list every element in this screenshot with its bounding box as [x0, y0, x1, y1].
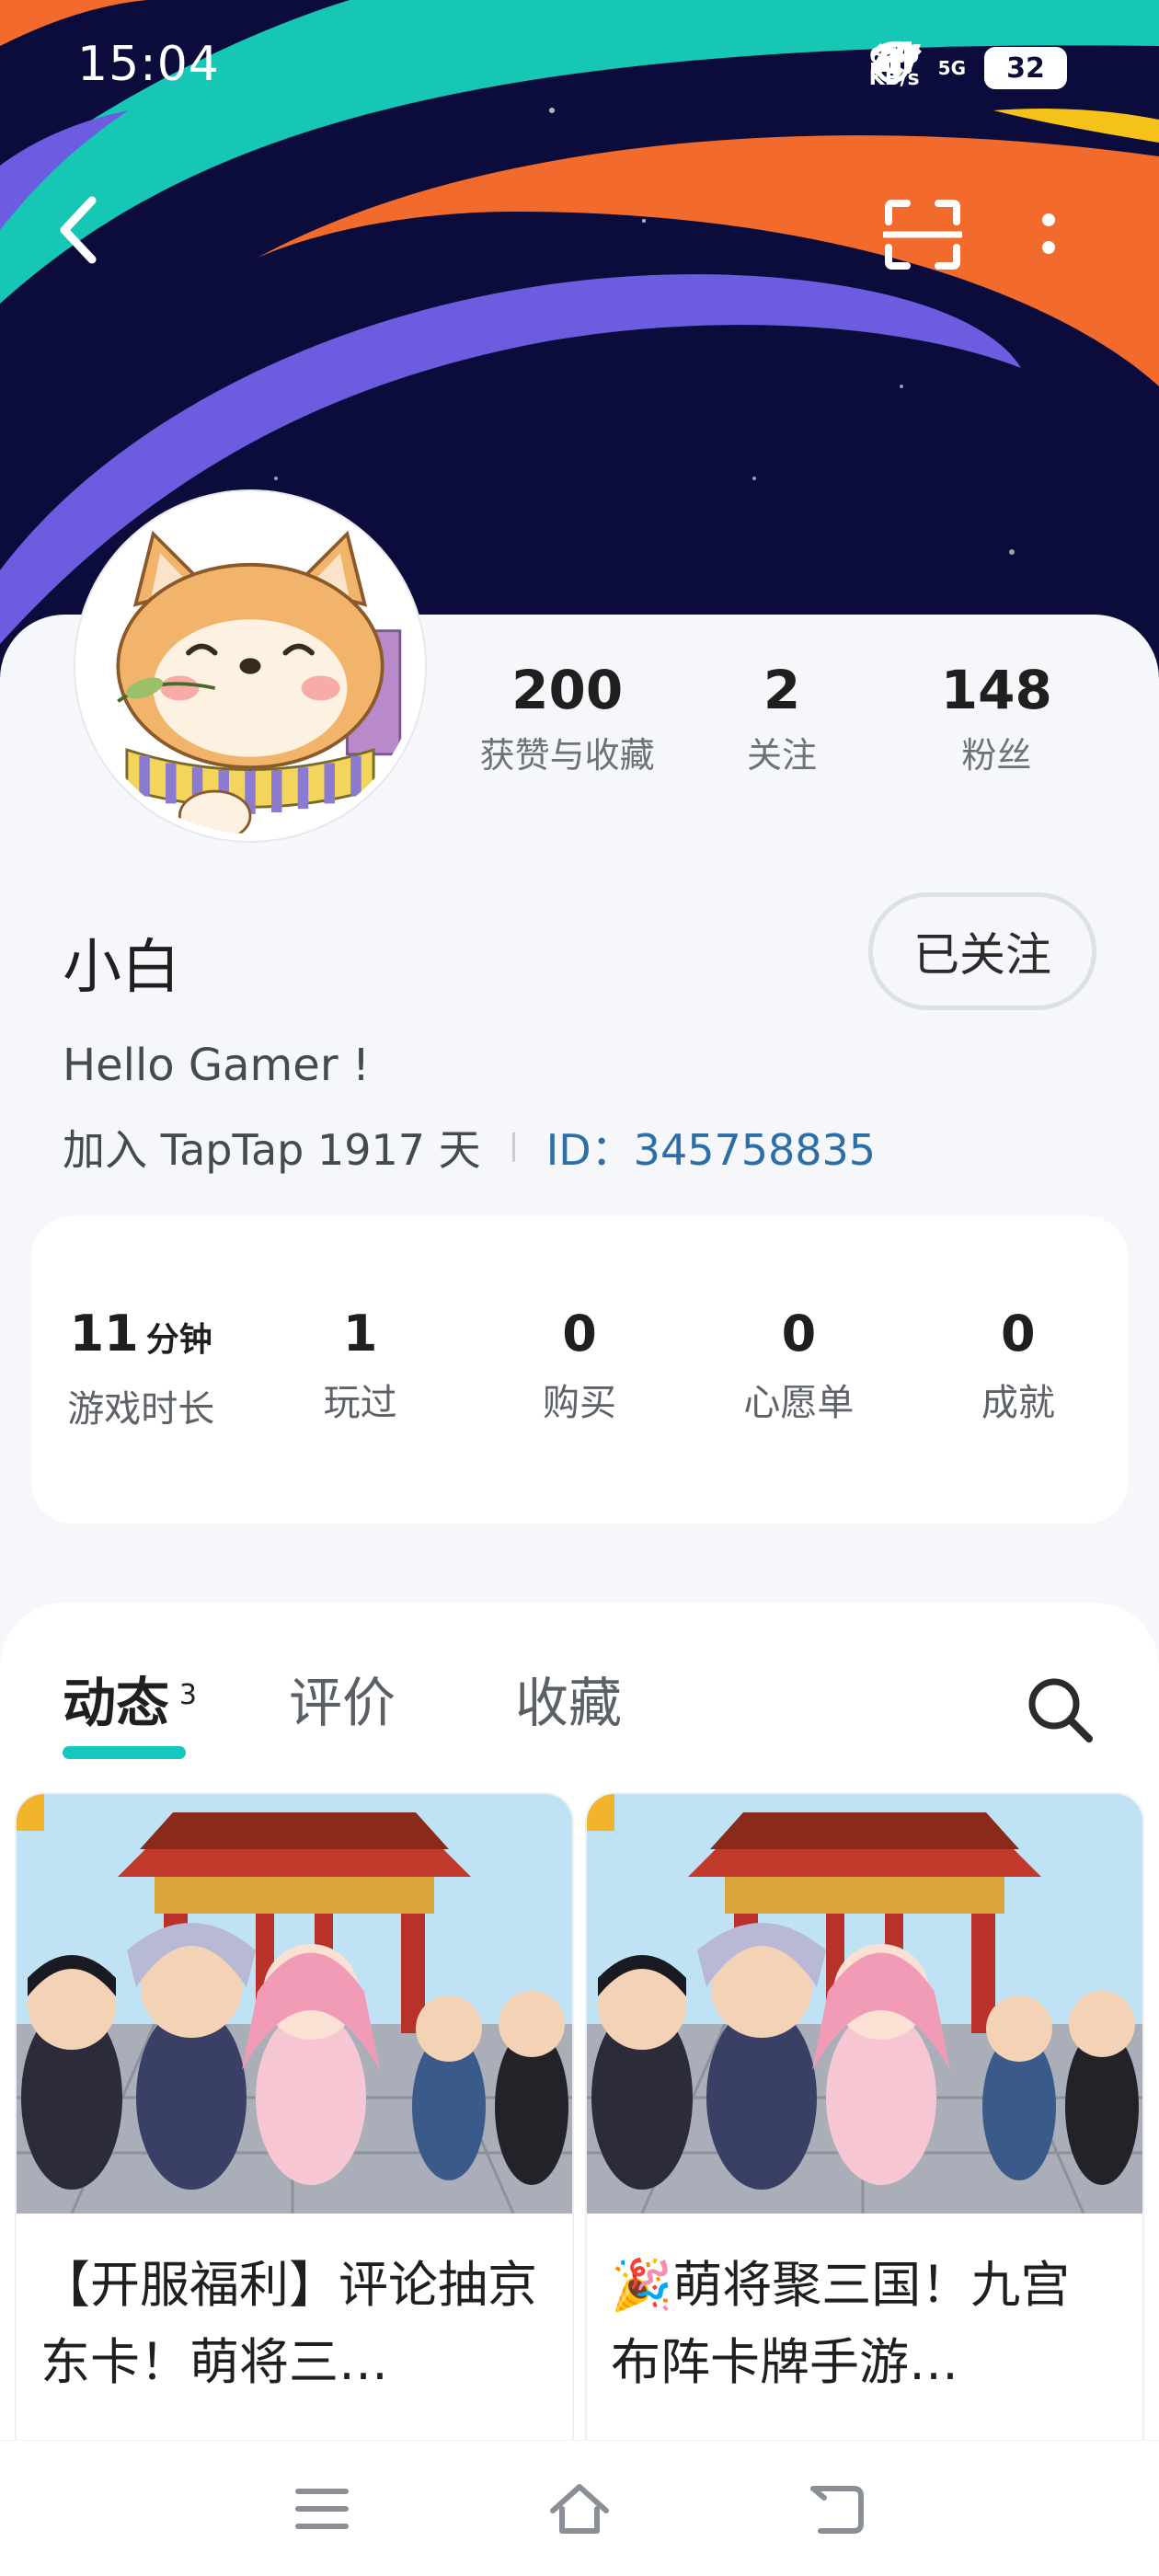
join-days: 加入 TapTap 1917 天: [63, 1125, 481, 1175]
stat-following[interactable]: 2 关注: [674, 655, 889, 784]
profile-stats: 200 获赞与收藏 2 关注 148 粉丝: [460, 655, 1104, 784]
scan-icon: [883, 200, 962, 270]
wifi-icon: [871, 40, 922, 79]
stat-wishlist-value: 0: [781, 1305, 817, 1363]
content-tabs: 动态 3 评价 收藏: [63, 1662, 741, 1763]
stat-achievements-label: 成就: [981, 1382, 1055, 1424]
play-time-number: 11: [69, 1305, 139, 1363]
return-icon: [810, 2485, 864, 2534]
menu-icon: [295, 2488, 349, 2529]
stat-played-label: 玩过: [323, 1382, 397, 1424]
stat-likes-value: 200: [511, 659, 624, 721]
search-icon: [1028, 1678, 1093, 1742]
stat-played-value: 1: [342, 1305, 378, 1363]
stat-purchased[interactable]: 0 购买: [470, 1305, 689, 1524]
stat-wishlist-label: 心愿单: [743, 1382, 855, 1424]
system-nav-bar: [0, 2440, 1159, 2576]
status-time: 15:04: [77, 37, 220, 92]
tab-posts-label: 动态: [63, 1672, 170, 1734]
battery-indicator: 32: [984, 47, 1067, 89]
stat-following-value: 2: [763, 659, 801, 721]
active-tab-indicator: [63, 1746, 186, 1759]
stat-followers[interactable]: 148 粉丝: [889, 655, 1104, 784]
stat-play-time[interactable]: 11 分钟 游戏时长: [31, 1305, 250, 1524]
post-title: 【开服福利】评论抽京东卡！萌将三…: [40, 2256, 537, 2391]
stat-play-time-value: 11 分钟: [31, 1305, 250, 1370]
home-button[interactable]: [543, 2472, 616, 2546]
search-button[interactable]: [1016, 1665, 1104, 1754]
more-button[interactable]: [1039, 207, 1095, 271]
more-vertical-icon: [1042, 213, 1055, 254]
home-icon: [550, 2483, 609, 2534]
avatar[interactable]: [75, 491, 425, 841]
post-thumbnail: [17, 1794, 572, 2214]
meta-divider: [511, 1133, 515, 1162]
stat-likes[interactable]: 200 获赞与收藏: [460, 655, 674, 784]
stat-wishlist[interactable]: 0 心愿单: [689, 1305, 908, 1524]
stat-played[interactable]: 1 玩过: [250, 1305, 469, 1524]
username: 小白: [63, 934, 180, 1002]
network-type: 5G: [937, 57, 966, 79]
back-nav-button[interactable]: [800, 2472, 874, 2546]
stat-following-label: 关注: [746, 735, 817, 776]
status-icons: 67.0 KB/s 5G 32: [869, 40, 1067, 96]
tab-reviews[interactable]: 评价: [289, 1662, 396, 1744]
following-button[interactable]: 已关注: [868, 892, 1096, 1010]
user-meta: 加入 TapTap 1917 天 ID：345758835: [63, 1117, 876, 1178]
stat-achievements[interactable]: 0 成就: [909, 1305, 1128, 1524]
scan-button[interactable]: [883, 198, 975, 281]
post-title: 🎉萌将聚三国！九宫布阵卡牌手游…: [611, 2256, 1071, 2391]
stat-likes-label: 获赞与收藏: [479, 735, 655, 776]
stat-purchased-value: 0: [562, 1305, 597, 1363]
shiba-avatar-image: [83, 499, 418, 834]
stat-purchased-label: 购买: [543, 1382, 617, 1424]
tab-posts[interactable]: 动态 3: [63, 1662, 197, 1759]
user-bio: Hello Gamer !: [63, 1040, 371, 1091]
stat-followers-value: 148: [940, 659, 1052, 721]
stat-play-time-label: 游戏时长: [67, 1388, 215, 1431]
cell-signal: 5G: [870, 41, 966, 79]
tab-posts-count: 3: [178, 1679, 198, 1711]
tab-favorites[interactable]: 收藏: [515, 1662, 622, 1744]
chevron-left-icon: [60, 196, 97, 264]
play-time-unit: 分钟: [145, 1321, 212, 1359]
back-button[interactable]: [55, 193, 129, 285]
user-id[interactable]: ID：345758835: [546, 1117, 876, 1178]
status-bar: 15:04 67.0 KB/s 5G: [0, 0, 1159, 138]
stat-followers-label: 粉丝: [961, 735, 1032, 776]
stat-achievements-value: 0: [1001, 1305, 1036, 1363]
post-thumbnail: [587, 1794, 1142, 2214]
game-stats-card: 11 分钟 游戏时长 1 玩过 0 购买 0 心愿单 0 成就: [31, 1216, 1128, 1524]
menu-button[interactable]: [285, 2472, 359, 2546]
